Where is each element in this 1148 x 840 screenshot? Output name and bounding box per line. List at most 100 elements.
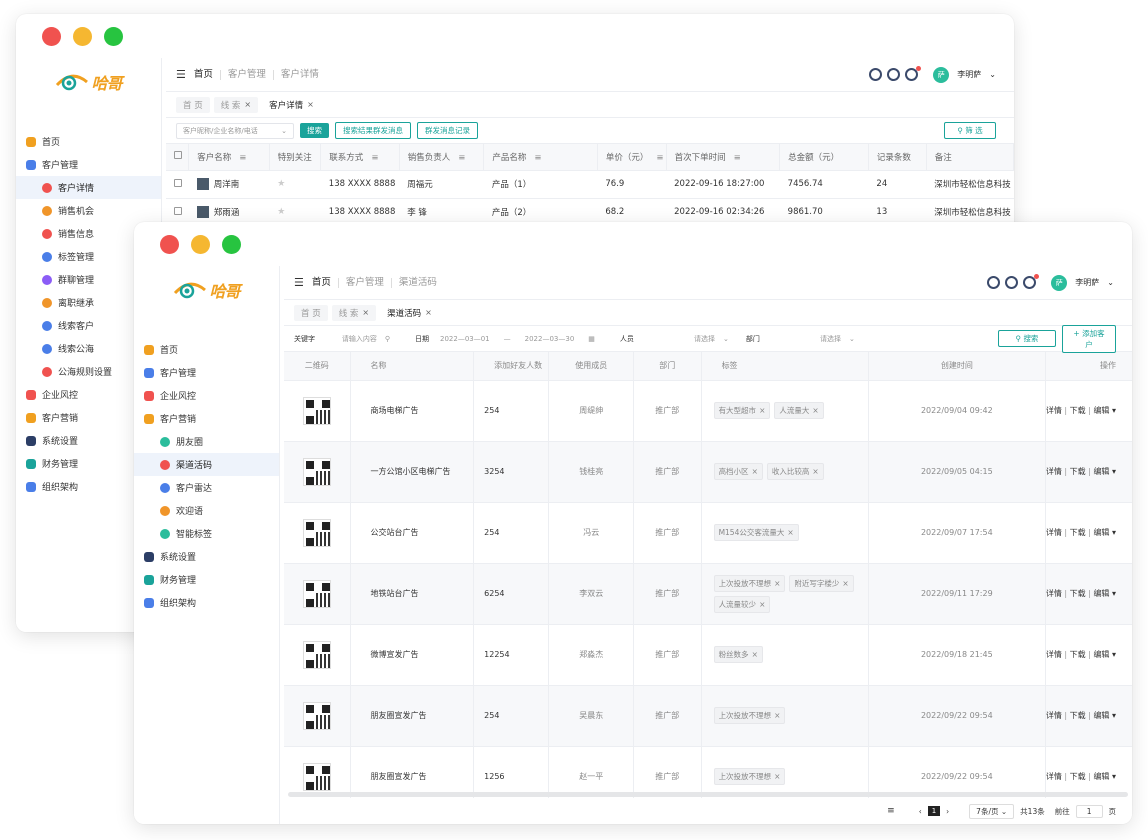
qrcode-icon[interactable] — [302, 762, 331, 791]
sidebar-item-welcome[interactable]: 欢迎语 — [134, 499, 279, 522]
download-link[interactable]: 下载 — [1070, 589, 1086, 598]
column-header[interactable]: 备注 — [926, 144, 1014, 171]
detail-link[interactable]: 详情 — [1046, 406, 1062, 415]
qrcode-icon[interactable] — [302, 457, 331, 486]
close-icon[interactable]: × — [812, 467, 818, 476]
star-icon[interactable]: ★ — [277, 179, 285, 189]
close-icon[interactable]: × — [759, 600, 765, 609]
maximize-window-button[interactable] — [104, 26, 123, 46]
sidebar-item-gear[interactable]: 系统设置 — [134, 545, 279, 568]
sidebar-item-qrcode[interactable]: 渠道活码 — [134, 453, 279, 476]
goto-page-input[interactable]: 1 — [1075, 804, 1103, 818]
table-row[interactable]: 周洋南 ★ 138 XXXX 8888 周福元 产品（1） 76.9 2022-09-16 … — [166, 170, 1014, 199]
edit-link[interactable]: 编辑 — [1093, 711, 1109, 720]
filter-icon[interactable]: ≡ — [656, 153, 663, 163]
download-link[interactable]: 下载 — [1070, 467, 1086, 476]
sidebar-item-customer[interactable]: 客户管理 — [134, 361, 279, 384]
column-header[interactable]: 单价（元） ≡ — [597, 144, 667, 171]
close-icon[interactable]: × — [787, 528, 793, 537]
detail-link[interactable]: 详情 — [1046, 589, 1062, 598]
close-icon[interactable]: × — [752, 467, 758, 476]
close-icon[interactable]: × — [752, 650, 758, 659]
caret-down-icon[interactable]: ▾ — [1109, 589, 1116, 598]
edit-link[interactable]: 编辑 — [1093, 406, 1109, 415]
filter-icon[interactable]: ≡ — [371, 153, 378, 163]
table-row[interactable]: 地铁站台广告 6254 李双云 推广部 上次投放不理想 × 附近写字楼少 ×人流量较少 × 202… — [284, 563, 1132, 625]
page-list-icon[interactable]: ≡ — [887, 806, 895, 816]
tag-chip[interactable]: 粉丝数多 × — [713, 646, 763, 663]
page-size-select[interactable]: 7条/页 ⌄ — [969, 803, 1015, 819]
tab-0[interactable]: 首 页 — [176, 96, 210, 113]
menu-toggle-icon[interactable]: ☰ — [176, 68, 186, 81]
edit-link[interactable]: 编辑 — [1093, 467, 1109, 476]
close-window-button[interactable] — [42, 26, 61, 46]
sidebar-item-shield[interactable]: 企业风控 — [134, 384, 279, 407]
sidebar-item-home[interactable]: 首页 — [134, 338, 279, 361]
dept-select[interactable]: 请选择 ⌄ — [765, 332, 861, 346]
document-icon[interactable] — [869, 68, 883, 81]
star-icon[interactable]: ★ — [277, 207, 285, 217]
row-checkbox[interactable] — [166, 170, 189, 199]
table-row[interactable]: 朋友圈宣发广告 254 吴晨东 推广部 上次投放不理想 × 2022/09/22 09:54… — [284, 685, 1132, 747]
current-page[interactable]: 1 — [927, 806, 941, 816]
close-icon[interactable]: × — [774, 579, 780, 588]
person-select[interactable]: 请选择 ⌄ — [639, 332, 735, 346]
tag-chip[interactable]: 收入比较高 × — [766, 463, 824, 480]
column-header[interactable]: 产品名称 ≡ — [483, 144, 598, 171]
qrcode-icon[interactable] — [302, 701, 331, 730]
search-button[interactable]: 搜索 — [300, 123, 329, 138]
table-row[interactable]: 一方公馆小区电梯广告 3254 钱桂亮 推广部 高档小区 × 收入比较高 × 2022/09/0… — [284, 441, 1132, 503]
tag-chip[interactable]: 上次投放不理想 × — [713, 574, 786, 592]
sidebar-item-chance[interactable]: 销售机会 — [16, 199, 161, 222]
sidebar-item-home[interactable]: 首页 — [16, 130, 161, 153]
close-icon[interactable]: × — [425, 308, 432, 317]
tag-chip[interactable]: M154公交客流量大 × — [713, 524, 799, 541]
notification-bell-icon[interactable] — [905, 66, 922, 81]
sidebar-item-smart-tag[interactable]: 智能标签 — [134, 522, 279, 545]
detail-link[interactable]: 详情 — [1046, 650, 1062, 659]
caret-down-icon[interactable]: ▾ — [1109, 406, 1116, 415]
add-customer-button[interactable]: + 添加客户 — [1062, 324, 1116, 353]
avatar[interactable]: 萨 — [1051, 274, 1068, 291]
close-icon[interactable]: × — [842, 579, 848, 588]
headset-icon[interactable] — [1005, 276, 1019, 289]
tag-chip[interactable]: 高档小区 × — [713, 463, 763, 480]
search-button[interactable]: ⚲ 搜索 — [998, 330, 1056, 347]
menu-toggle-icon[interactable]: ☰ — [294, 276, 304, 289]
maximize-window-button[interactable] — [222, 234, 241, 254]
tag-chip[interactable]: 有大型超市 × — [713, 402, 771, 419]
caret-down-icon[interactable]: ▾ — [1109, 467, 1116, 476]
chevron-down-icon[interactable]: ⌄ — [989, 70, 996, 79]
download-link[interactable]: 下载 — [1070, 650, 1086, 659]
tag-chip[interactable]: 上次投放不理想 × — [713, 707, 786, 724]
edit-link[interactable]: 编辑 — [1093, 528, 1109, 537]
sidebar-item-org[interactable]: 组织架构 — [134, 591, 279, 614]
sidebar-item-radar[interactable]: 客户雷达 — [134, 476, 279, 499]
customer-search-select[interactable]: 客户昵称/企业名称/电话 ⌄ — [176, 122, 294, 139]
close-icon[interactable]: × — [774, 711, 780, 720]
detail-link[interactable]: 详情 — [1046, 467, 1062, 476]
close-icon[interactable]: × — [812, 406, 818, 415]
breadcrumb-customer[interactable]: 客户管理 — [337, 277, 391, 288]
sidebar-item-finance[interactable]: 财务管理 — [134, 568, 279, 591]
caret-down-icon[interactable]: ▾ — [1109, 528, 1116, 537]
filter-icon[interactable]: ≡ — [534, 153, 541, 163]
tab-0[interactable]: 首 页 — [294, 304, 328, 321]
tag-chip[interactable]: 附近写字楼少 × — [789, 574, 854, 592]
tab-1[interactable]: 线 索 × — [331, 304, 377, 321]
minimize-window-button[interactable] — [73, 26, 92, 46]
sidebar-item-detail[interactable]: 客户详情 — [16, 176, 161, 199]
table-row[interactable]: 商场电梯广告 254 周缇绅 推广部 有大型超市 × 人流量大 × 2022/09/04 09:… — [284, 380, 1132, 442]
column-header[interactable]: 特别关注 — [269, 144, 322, 171]
column-header[interactable]: 总金额（元） — [779, 144, 869, 171]
tag-chip[interactable]: 人流量较少 × — [713, 595, 771, 613]
filter-icon[interactable]: ≡ — [734, 153, 741, 163]
tab-2[interactable]: 客户详情 × — [262, 96, 321, 113]
select-all-checkbox[interactable] — [166, 144, 190, 171]
sidebar-item-bell[interactable]: 客户营销 — [134, 407, 279, 430]
keyword-input[interactable]: 请输入内容 ⚲ — [320, 332, 396, 346]
user-name[interactable]: 李明萨 — [957, 69, 981, 80]
download-link[interactable]: 下载 — [1070, 406, 1086, 415]
mass-records-button[interactable]: 群发消息记录 — [417, 122, 478, 139]
tab-1[interactable]: 线 索 × — [213, 96, 259, 113]
